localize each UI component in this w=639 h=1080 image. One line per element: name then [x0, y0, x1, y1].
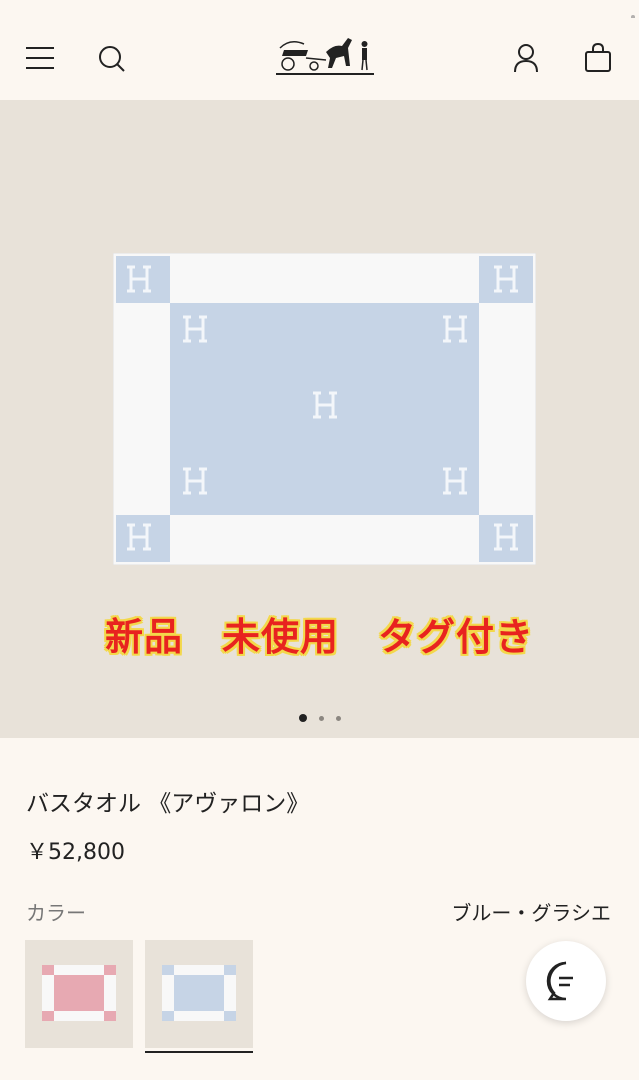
selected-color-name: ブルー・グラシエ	[451, 901, 611, 925]
carousel-indicator[interactable]	[0, 714, 639, 722]
carriage-logo[interactable]	[276, 30, 376, 78]
carousel-dot-3[interactable]	[335, 715, 341, 721]
swatch-pink-image	[42, 965, 116, 1021]
menu-button[interactable]	[20, 38, 60, 78]
swatch-blue-image	[162, 965, 236, 1021]
condition-badge-text: 新品 未使用 タグ付き	[104, 615, 534, 659]
towel-image	[113, 253, 536, 565]
color-label: カラー	[26, 901, 86, 925]
product-image-carousel[interactable]: 新品 未使用 タグ付き	[0, 100, 639, 738]
hamburger-icon	[26, 47, 54, 69]
header	[0, 18, 639, 100]
product-title: バスタオル 《アヴァロン》	[26, 791, 310, 817]
product-price: ￥52,800	[26, 840, 125, 865]
user-icon	[514, 44, 538, 73]
color-swatch-blue[interactable]	[145, 940, 253, 1053]
search-icon	[99, 46, 125, 72]
account-button[interactable]	[506, 38, 546, 78]
color-swatch-pink[interactable]	[25, 940, 133, 1048]
chat-bubble-icon	[546, 961, 573, 1001]
shopping-bag-icon	[585, 43, 611, 72]
status-bar	[0, 0, 639, 18]
chat-button[interactable]	[526, 941, 606, 1021]
cart-button[interactable]	[578, 38, 618, 78]
search-button[interactable]	[92, 39, 132, 79]
carousel-dot-1[interactable]	[298, 714, 307, 722]
carousel-dot-2[interactable]	[318, 715, 324, 721]
